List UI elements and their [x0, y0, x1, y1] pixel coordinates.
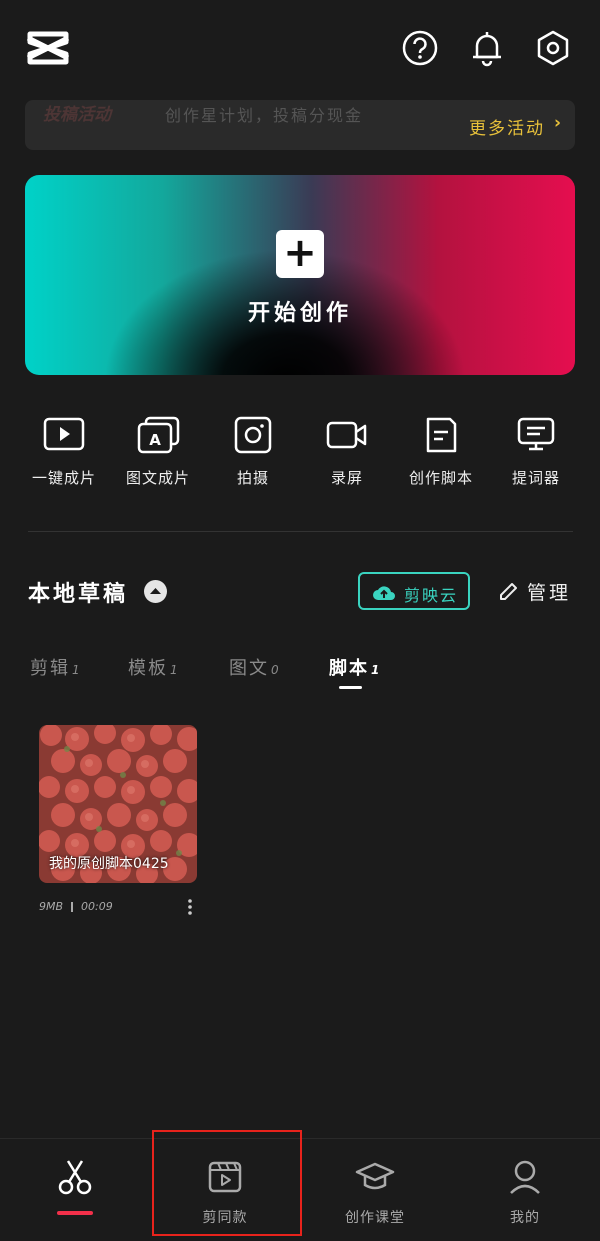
tool-label: 一键成片	[31, 469, 96, 487]
collapse-button[interactable]	[144, 580, 167, 603]
tool-one-click[interactable]: 一键成片	[17, 415, 111, 488]
divider	[28, 531, 573, 532]
bell-icon[interactable]	[467, 28, 507, 68]
tab-label: 剪辑	[30, 658, 70, 679]
plus-icon: +	[276, 230, 324, 278]
tool-camera[interactable]: 拍摄	[206, 415, 300, 488]
chevron-right-icon: ›	[553, 113, 561, 133]
active-tab-indicator	[339, 686, 362, 689]
user-icon	[510, 1160, 540, 1194]
banner-tag: 投稿活动	[43, 105, 111, 125]
svg-text:A: A	[149, 431, 161, 449]
tab-label: 图文	[229, 658, 269, 679]
help-icon[interactable]	[400, 28, 440, 68]
tab-template[interactable]: 模板 1	[128, 654, 180, 680]
draft-meta: 9MB 00:09	[39, 900, 113, 913]
tab-label: 模板	[128, 658, 168, 679]
cloud-label: 剪映云	[404, 586, 459, 605]
tab-edit[interactable]: 剪辑 1	[30, 654, 82, 680]
cloud-upload-icon	[373, 586, 395, 600]
tab-count: 0	[271, 663, 281, 677]
tab-label: 脚本	[329, 658, 369, 679]
draft-thumbnail[interactable]: 我的原创脚本0425	[39, 725, 197, 883]
edit-icon[interactable]	[497, 581, 519, 603]
camera-icon	[234, 416, 272, 454]
tool-screen-record[interactable]: 录屏	[300, 415, 394, 488]
tool-label: 提词器	[511, 469, 560, 487]
nav-edit[interactable]	[0, 1157, 150, 1207]
tab-image-text[interactable]: 图文 0	[229, 654, 281, 680]
nav-course[interactable]: 创作课堂	[300, 1157, 450, 1227]
scissors-icon	[58, 1160, 92, 1195]
nav-label: 创作课堂	[345, 1210, 405, 1226]
cloud-button[interactable]: 剪映云	[358, 572, 470, 610]
tool-label: 录屏	[330, 469, 363, 487]
caret-up-icon	[150, 588, 161, 594]
script-icon	[426, 417, 457, 453]
graduation-cap-icon	[355, 1162, 395, 1190]
settings-icon[interactable]	[533, 28, 573, 68]
highlight-box	[152, 1130, 302, 1236]
tab-script[interactable]: 脚本 1	[329, 654, 381, 680]
tool-image-text[interactable]: A 图文成片	[111, 415, 205, 488]
tool-script[interactable]: 创作脚本	[394, 415, 488, 488]
tool-label: 图文成片	[125, 469, 190, 487]
activity-banner[interactable]: 投稿活动 创作星计划，投稿分现金 更多活动 ›	[25, 100, 575, 150]
draft-duration: 00:09	[81, 900, 113, 913]
nav-active-indicator	[57, 1211, 93, 1215]
tab-count: 1	[371, 663, 382, 677]
start-creation-label: 开始创作	[247, 301, 352, 326]
capcut-logo-icon	[26, 31, 70, 65]
teleprompter-icon	[517, 417, 555, 451]
video-camera-icon	[326, 421, 367, 449]
draft-size: 9MB	[39, 900, 64, 913]
draft-title: 我的原创脚本0425	[49, 856, 169, 872]
tool-teleprompter[interactable]: 提词器	[489, 415, 583, 488]
tool-label: 创作脚本	[408, 469, 473, 487]
top-bar	[0, 0, 600, 96]
more-options-icon[interactable]	[186, 898, 194, 916]
meta-separator	[71, 902, 74, 912]
nav-profile[interactable]: 我的	[450, 1157, 600, 1227]
start-creation-button[interactable]: + 开始创作	[25, 175, 575, 375]
manage-button[interactable]: 管理	[527, 578, 571, 605]
tab-count: 1	[170, 663, 180, 677]
tool-label: 拍摄	[236, 469, 269, 487]
more-activities-link[interactable]: 更多活动	[469, 114, 545, 139]
banner-subtitle: 创作星计划，投稿分现金	[165, 106, 364, 125]
tab-count: 1	[72, 663, 82, 677]
local-drafts-title: 本地草稿	[28, 582, 129, 607]
nav-label: 我的	[510, 1210, 540, 1226]
play-icon	[43, 417, 85, 451]
image-text-icon: A	[137, 416, 180, 454]
